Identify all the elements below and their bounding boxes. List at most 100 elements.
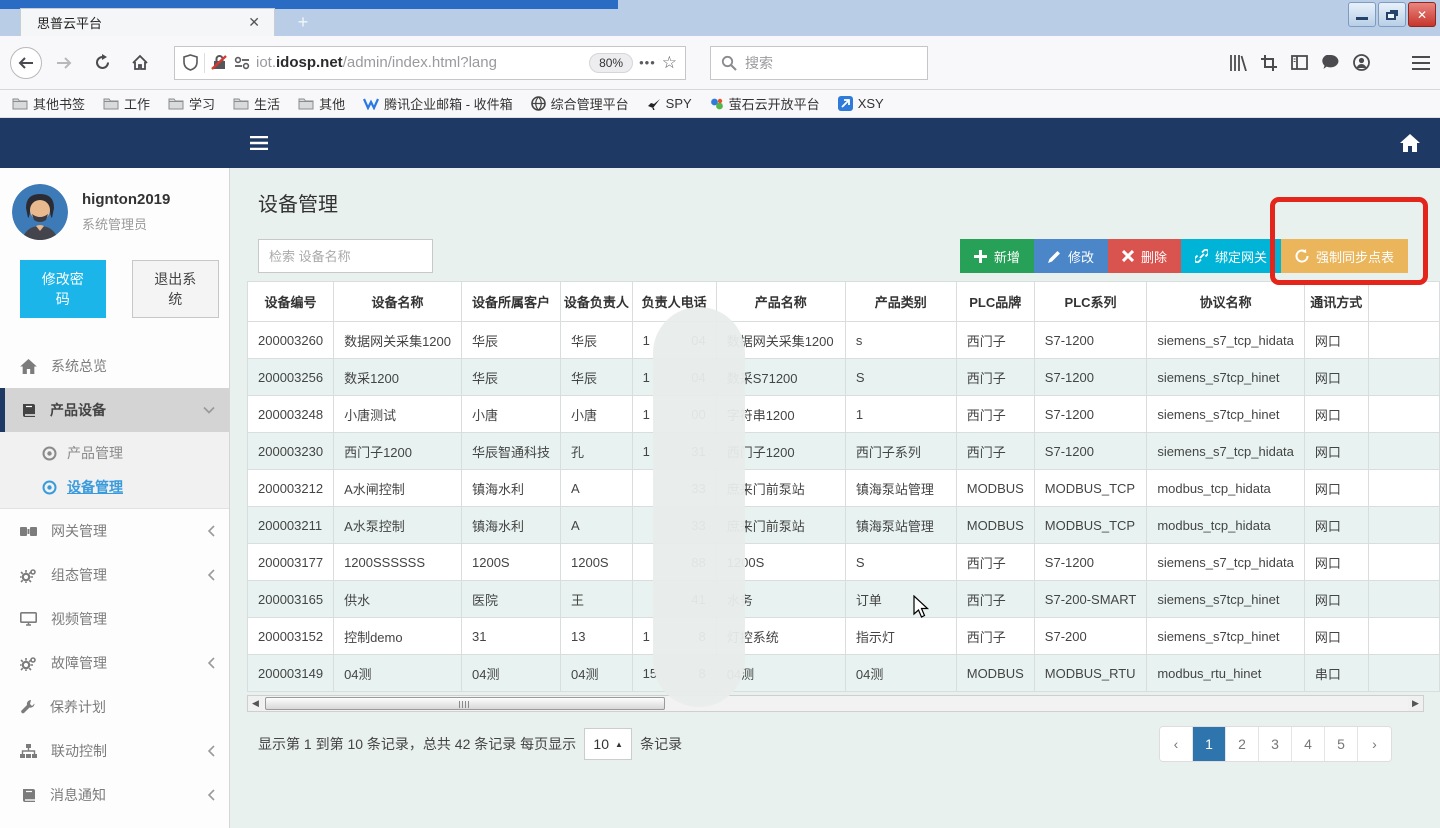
permissions-icon[interactable] bbox=[234, 56, 250, 70]
account-icon[interactable] bbox=[1353, 54, 1370, 71]
browser-menu-icon[interactable] bbox=[1412, 56, 1430, 70]
reload-button[interactable] bbox=[86, 47, 118, 79]
page-2[interactable]: 2 bbox=[1226, 727, 1259, 761]
page-next[interactable]: › bbox=[1358, 727, 1391, 761]
sidebar-toggle-icon[interactable] bbox=[1291, 55, 1308, 70]
window-close-button[interactable]: ✕ bbox=[1408, 2, 1436, 27]
bookmark-item[interactable]: 生活 bbox=[233, 94, 280, 113]
cell: 200003165 bbox=[248, 581, 334, 618]
table-row[interactable]: 200003165供水医院王41水务订单西门子S7-200-SMARTsieme… bbox=[248, 581, 1440, 618]
window-minimize-button[interactable] bbox=[1348, 2, 1376, 27]
bookmark-item[interactable]: 萤石云开放平台 bbox=[710, 94, 820, 113]
table-row[interactable]: 200003152控制demo311318灯控系统指示灯西门子S7-200sie… bbox=[248, 618, 1440, 655]
table-row[interactable]: 20000314904测04测04测15804测04测MODBUSMODBUS_… bbox=[248, 655, 1440, 692]
sidebar-item[interactable]: 组态管理 bbox=[0, 553, 229, 597]
library-icon[interactable] bbox=[1229, 55, 1247, 71]
table-row[interactable]: 200003230西门子1200华辰智通科技孔131西门子1200西门子系列西门… bbox=[248, 433, 1440, 470]
chevron-left-icon bbox=[207, 657, 215, 669]
page-4[interactable]: 4 bbox=[1292, 727, 1325, 761]
change-password-button[interactable]: 修改密码 bbox=[20, 260, 106, 318]
messages-icon[interactable] bbox=[1322, 55, 1339, 70]
sidebar-item[interactable]: 保养计划 bbox=[0, 685, 229, 729]
sidebar-item[interactable]: 产品设备 bbox=[0, 388, 229, 432]
cell: 华辰智通科技 bbox=[462, 433, 561, 470]
cell: 网口 bbox=[1304, 322, 1368, 359]
sidebar-item[interactable]: 网关管理 bbox=[0, 509, 229, 553]
scroll-right-arrow-icon[interactable]: ▶ bbox=[1408, 696, 1423, 711]
sidebar-item[interactable]: 视频管理 bbox=[0, 597, 229, 641]
shield-icon[interactable] bbox=[183, 54, 198, 71]
browser-search-box[interactable]: 搜索 bbox=[710, 46, 928, 80]
page-size-select[interactable]: 10 ▲ bbox=[584, 728, 632, 760]
bookmark-item[interactable]: 腾讯企业邮箱 - 收件箱 bbox=[363, 94, 513, 113]
toolbar-button-新增[interactable]: 新增 bbox=[960, 239, 1034, 273]
horizontal-scrollbar[interactable]: ◀ ▶ bbox=[247, 695, 1424, 712]
cell: 1200S bbox=[561, 544, 633, 581]
toolbar-button-修改[interactable]: 修改 bbox=[1034, 239, 1108, 273]
bookmark-star-icon[interactable]: ☆ bbox=[662, 53, 677, 73]
table-row[interactable]: 200003212A水闸控制镇海水利A33庶来门前泵站镇海泵站管理MODBUSM… bbox=[248, 470, 1440, 507]
cell: 网口 bbox=[1304, 433, 1368, 470]
red-highlight-annotation bbox=[1270, 197, 1428, 285]
cell: A bbox=[561, 507, 633, 544]
cell: s bbox=[845, 322, 956, 359]
bookmark-item[interactable]: 其他书签 bbox=[12, 94, 85, 113]
scrollbar-thumb[interactable] bbox=[265, 697, 665, 710]
app-home-icon[interactable] bbox=[1400, 134, 1420, 152]
new-tab-button[interactable]: + bbox=[288, 8, 318, 36]
sidebar-subitem[interactable]: 设备管理 bbox=[0, 470, 229, 504]
device-search-input[interactable] bbox=[258, 239, 433, 273]
bookmark-item[interactable]: SPY bbox=[647, 96, 692, 111]
cell: 13 bbox=[561, 618, 633, 655]
url-bar[interactable]: iot.idosp.net/admin/index.html?lang 80% … bbox=[174, 46, 686, 80]
screenshot-icon[interactable] bbox=[1261, 55, 1277, 71]
table-row[interactable]: 2000031771200SSSSSS1200S1200S881200SS西门子… bbox=[248, 544, 1440, 581]
forward-button[interactable] bbox=[48, 47, 80, 79]
page-actions-icon[interactable]: ••• bbox=[639, 55, 656, 70]
logout-button[interactable]: 退出系统 bbox=[132, 260, 220, 318]
scroll-left-arrow-icon[interactable]: ◀ bbox=[248, 696, 263, 711]
bookmark-item[interactable]: 工作 bbox=[103, 94, 150, 113]
bookmark-item[interactable]: 学习 bbox=[168, 94, 215, 113]
toolbar-button-绑定网关[interactable]: 绑定网关 bbox=[1181, 239, 1281, 273]
cell: siemens_s7_tcp_hidata bbox=[1147, 433, 1305, 470]
page-prev[interactable]: ‹ bbox=[1160, 727, 1193, 761]
browser-home-button[interactable] bbox=[124, 47, 156, 79]
sidebar-item[interactable]: 消息通知 bbox=[0, 773, 229, 817]
sidebar-item[interactable]: 联动控制 bbox=[0, 729, 229, 773]
bookmark-item[interactable]: XSY bbox=[838, 96, 884, 111]
bookmark-item[interactable]: 其他 bbox=[298, 94, 345, 113]
globe-icon bbox=[531, 96, 546, 111]
table-row[interactable]: 200003248小唐测试小唐小唐100字符串12001西门子S7-1200si… bbox=[248, 396, 1440, 433]
sidebar-item[interactable]: 短信管理 bbox=[0, 817, 229, 828]
zoom-level-badge[interactable]: 80% bbox=[589, 53, 633, 73]
toolbar-button-删除[interactable]: 删除 bbox=[1108, 239, 1181, 273]
cell: 04测 bbox=[845, 655, 956, 692]
cell: S bbox=[845, 544, 956, 581]
tab-close-icon[interactable]: ✕ bbox=[244, 14, 264, 31]
back-button[interactable] bbox=[10, 47, 42, 79]
table-row[interactable]: 200003211A水泵控制镇海水利A33庶来门前泵站镇海泵站管理MODBUSM… bbox=[248, 507, 1440, 544]
cell: S bbox=[845, 359, 956, 396]
folder-icon bbox=[233, 97, 249, 110]
cell: 200003256 bbox=[248, 359, 334, 396]
page-5[interactable]: 5 bbox=[1325, 727, 1358, 761]
page-1[interactable]: 1 bbox=[1193, 727, 1226, 761]
sidebar-collapse-icon[interactable] bbox=[250, 136, 268, 150]
chevron-left-icon bbox=[207, 745, 215, 757]
browser-tab[interactable]: 思普云平台 ✕ bbox=[20, 8, 275, 36]
sidebar-item[interactable]: 故障管理 bbox=[0, 641, 229, 685]
sidebar-subitem[interactable]: 产品管理 bbox=[0, 436, 229, 470]
table-row[interactable]: 200003260数据网关采集1200华辰华辰104数据网关采集1200s西门子… bbox=[248, 322, 1440, 359]
bookmark-item[interactable]: 综合管理平台 bbox=[531, 94, 629, 113]
insecure-lock-icon[interactable] bbox=[211, 54, 228, 71]
spy-icon bbox=[647, 98, 661, 110]
page-3[interactable]: 3 bbox=[1259, 727, 1292, 761]
table-row[interactable]: 200003256数采1200华辰华辰104数采S71200S西门子S7-120… bbox=[248, 359, 1440, 396]
sidebar-item[interactable]: 系统总览 bbox=[0, 344, 229, 388]
window-restore-button[interactable] bbox=[1378, 2, 1406, 27]
cross-icon bbox=[1122, 250, 1134, 262]
url-text[interactable]: iot.idosp.net/admin/index.html?lang bbox=[256, 54, 583, 71]
cell bbox=[1368, 507, 1440, 544]
cell: S7-200 bbox=[1034, 618, 1147, 655]
